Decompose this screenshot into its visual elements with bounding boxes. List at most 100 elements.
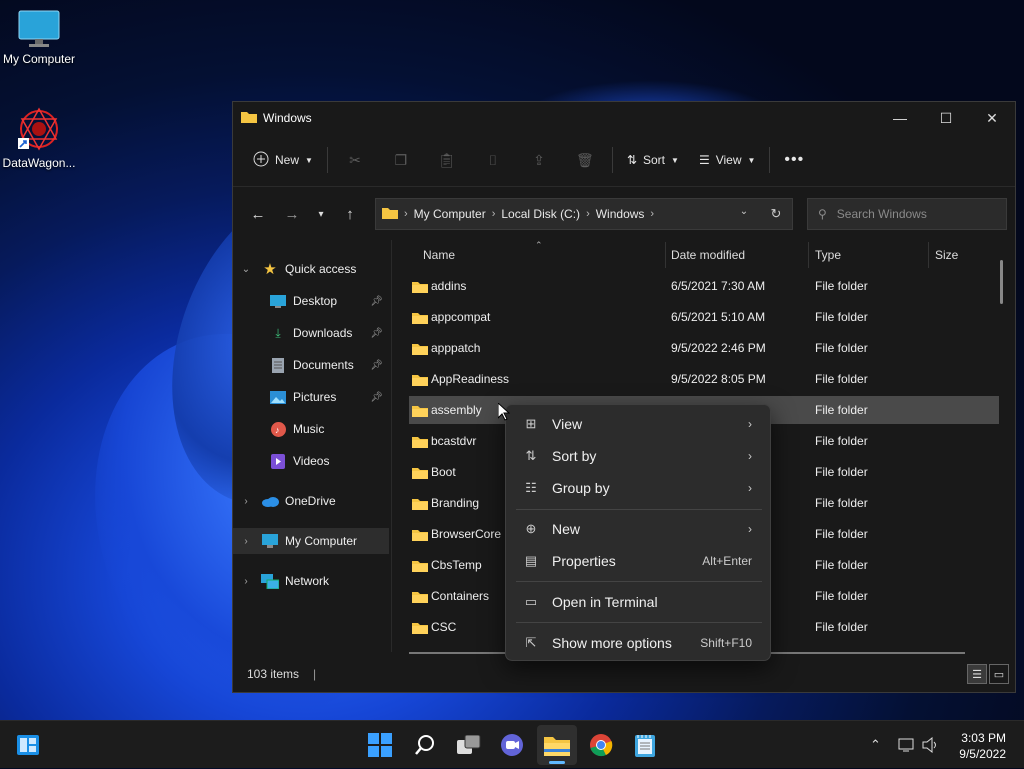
nav-item-desktop[interactable]: Desktop 📌︎ (233, 288, 389, 314)
context-menu-item-open-in-terminal[interactable]: ▭ Open in Terminal (510, 587, 766, 617)
column-header-date[interactable]: Date modified (671, 248, 745, 262)
context-menu-item-new[interactable]: ⊕ New › (510, 514, 766, 544)
desktop-icon-label: My Computer (2, 52, 76, 66)
nav-label: Music (293, 422, 325, 436)
sort-button[interactable]: ⇅ Sort ▼ (617, 144, 689, 176)
view-button[interactable]: ☰ View ▼ (689, 144, 765, 176)
more-options-icon: ⇱ (525, 635, 537, 650)
file-row[interactable]: AppReadiness 9/5/2022 8:05 PM File folder (409, 365, 999, 393)
folder-icon (412, 528, 428, 544)
column-divider[interactable] (665, 242, 666, 268)
paste-icon[interactable]: 📋︎ (424, 144, 470, 176)
address-bar[interactable]: › My Computer › Local Disk (C:) › Windows ›… (375, 198, 793, 230)
context-menu-item-sort-by[interactable]: ⇅ Sort by › (510, 441, 766, 471)
title-bar[interactable]: Windows — ☐ ✕ (233, 102, 1015, 134)
chevron-right-icon: › (244, 575, 248, 587)
column-divider[interactable] (808, 242, 809, 268)
file-explorer-taskbar-button[interactable] (537, 725, 577, 765)
desktop-icon-label: DataWagon... (2, 156, 76, 170)
pin-icon[interactable]: 📌︎ (370, 296, 383, 307)
nav-item-videos[interactable]: Videos (233, 448, 389, 474)
share-icon[interactable]: ⇪ (516, 144, 562, 176)
recent-locations-button[interactable]: ▾ (309, 198, 333, 230)
file-date: 9/5/2022 2:46 PM (671, 341, 766, 355)
column-header-name[interactable]: Name (423, 248, 455, 262)
nav-item-pictures[interactable]: Pictures 📌︎ (233, 384, 389, 410)
notepad-taskbar-button[interactable] (625, 725, 665, 765)
file-type: File folder (815, 589, 868, 603)
sort-icon: ⇅ (626, 153, 637, 167)
search-button[interactable] (405, 725, 445, 765)
folder-icon (412, 497, 428, 513)
delete-icon[interactable]: 🗑︎ (562, 144, 608, 176)
desktop-icon-my-computer[interactable]: My Computer (0, 10, 79, 66)
divider (611, 147, 613, 173)
nav-label: OneDrive (285, 494, 336, 508)
file-row[interactable]: addins 6/5/2021 7:30 AM File folder (409, 272, 999, 300)
nav-item-network[interactable]: › Network (233, 568, 389, 594)
column-divider[interactable] (928, 242, 929, 268)
search-input[interactable]: ⚲ Search Windows (807, 198, 1007, 230)
column-header-size[interactable]: Size (935, 248, 958, 262)
start-button[interactable] (360, 725, 400, 765)
group-icon: ☷ (525, 480, 537, 495)
vertical-scrollbar[interactable] (1000, 260, 1003, 304)
copy-icon[interactable]: ❐ (378, 144, 424, 176)
pin-icon[interactable]: 📌︎ (370, 360, 383, 371)
nav-item-music[interactable]: ♪ Music (233, 416, 389, 442)
address-dropdown-icon[interactable]: ⌄ (728, 206, 760, 222)
chrome-taskbar-button[interactable] (581, 725, 621, 765)
network-status-icon[interactable] (898, 721, 916, 769)
cut-icon[interactable]: ✂ (332, 144, 378, 176)
maximize-button[interactable]: ☐ (923, 102, 969, 134)
file-name: BrowserCore (431, 527, 502, 541)
file-row[interactable]: appcompat 6/5/2021 5:10 AM File folder (409, 303, 999, 331)
context-menu-item-group-by[interactable]: ☷ Group by › (510, 473, 766, 503)
refresh-icon[interactable]: ↻ (760, 206, 792, 222)
more-button[interactable]: ••• (774, 144, 814, 176)
file-name: AppReadiness (431, 372, 510, 386)
large-icons-view-icon[interactable]: ▭ (989, 664, 1009, 684)
nav-item-onedrive[interactable]: › OneDrive (233, 488, 389, 514)
address-row: ← → ▾ ↑ › My Computer › Local Disk (C:) › … (233, 187, 1015, 241)
file-type: File folder (815, 403, 868, 417)
monitor-icon (18, 10, 60, 48)
breadcrumb-item[interactable]: Local Disk (C:) › (501, 207, 589, 221)
breadcrumb-item[interactable]: My Computer › (414, 207, 496, 221)
file-name: CSC (431, 620, 457, 634)
windows-logo-icon (368, 733, 392, 757)
desktop-icon-datawagon[interactable]: DataWagon... (0, 106, 79, 170)
minimize-button[interactable]: — (877, 102, 923, 134)
column-header-type[interactable]: Type (815, 248, 841, 262)
nav-item-documents[interactable]: Documents 📌︎ (233, 352, 389, 378)
chevron-right-icon: › (244, 535, 248, 547)
file-row[interactable]: apppatch 9/5/2022 2:46 PM File folder (409, 334, 999, 362)
pin-icon[interactable]: 📌︎ (370, 328, 383, 339)
pin-icon[interactable]: 📌︎ (370, 392, 383, 403)
back-button[interactable]: ← (241, 198, 275, 230)
volume-icon[interactable] (922, 721, 940, 769)
rename-icon[interactable]: ⌷ (470, 144, 516, 176)
nav-item-quick-access[interactable]: ⌄ ★ Quick access (233, 256, 389, 282)
forward-button[interactable]: → (275, 198, 309, 230)
clock-time: 3:03 PM (961, 731, 1006, 745)
new-button[interactable]: New ▼ (243, 144, 323, 176)
nav-item-downloads[interactable]: ⤓ Downloads 📌︎ (233, 320, 389, 346)
view-icon: ☰ (698, 153, 710, 167)
widgets-button[interactable] (8, 725, 48, 765)
nav-item-my-computer[interactable]: › My Computer (233, 528, 389, 554)
context-menu-item-properties[interactable]: ▤ Properties Alt+Enter (510, 546, 766, 576)
folder-icon (412, 435, 428, 451)
properties-icon: ▤ (524, 553, 538, 568)
show-hidden-icons-button[interactable]: ⌃ (870, 721, 881, 769)
task-view-button[interactable] (449, 725, 489, 765)
close-button[interactable]: ✕ (969, 102, 1015, 134)
context-menu-item-show-more-options[interactable]: ⇱ Show more options Shift+F10 (510, 628, 766, 658)
search-icon (415, 735, 434, 755)
chat-button[interactable] (492, 725, 532, 765)
breadcrumb-item[interactable]: Windows › (596, 207, 654, 221)
context-menu-item-view[interactable]: ⊞ View › (510, 409, 766, 439)
details-view-icon[interactable]: ☰ (967, 664, 987, 684)
clock[interactable]: 3:03 PM 9/5/2022 (959, 730, 1006, 762)
up-button[interactable]: ↑ (333, 198, 367, 230)
